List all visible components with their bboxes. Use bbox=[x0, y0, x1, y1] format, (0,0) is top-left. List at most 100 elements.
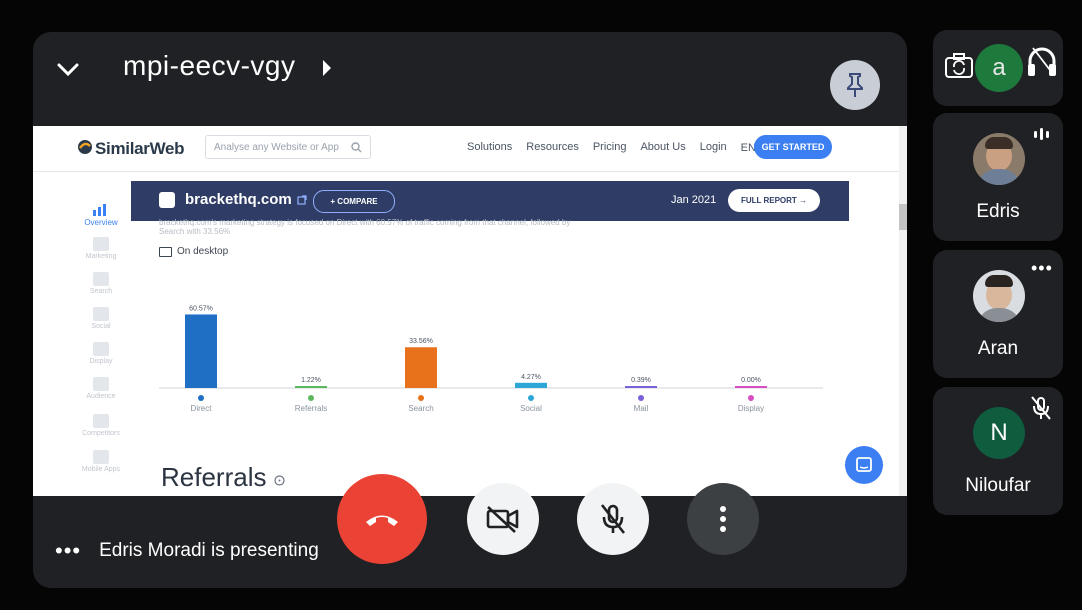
bar-mail[interactable] bbox=[625, 386, 657, 388]
chevron-down-icon[interactable] bbox=[53, 54, 83, 84]
sidebar-label-marketing: Marketing bbox=[85, 253, 117, 260]
display-icon bbox=[93, 342, 109, 356]
nav-links: Solutions Resources Pricing About Us Log… bbox=[467, 141, 765, 154]
sidebar-item-competitors[interactable]: Competitors bbox=[81, 414, 121, 437]
page-scrollbar-thumb[interactable] bbox=[899, 204, 907, 230]
bar-value-label: 0.39% bbox=[631, 377, 651, 384]
similarweb-logo-text[interactable]: SimilarWeb bbox=[95, 139, 185, 159]
category-label[interactable]: Social bbox=[520, 404, 542, 413]
sidebar-item-display[interactable]: Display bbox=[81, 342, 121, 365]
category-icon bbox=[638, 395, 644, 401]
bar-value-label: 0.00% bbox=[741, 377, 761, 384]
participant-name-edris: Edris bbox=[976, 201, 1020, 222]
referrals-section-title: Referrals bbox=[161, 462, 285, 493]
category-label[interactable]: Direct bbox=[191, 404, 213, 413]
site-search-input[interactable]: Analyse any Website or App bbox=[205, 135, 371, 159]
category-label[interactable]: Display bbox=[738, 404, 764, 413]
summary-text: brackethq.com's marketing strategy is fo… bbox=[159, 218, 571, 236]
similarweb-navbar: SimilarWeb Analyse any Website or App So… bbox=[33, 126, 907, 172]
sidebar-label-display: Display bbox=[89, 358, 113, 365]
category-label[interactable]: Referrals bbox=[295, 404, 327, 413]
self-view-tile[interactable]: a bbox=[933, 30, 1063, 106]
category-icon bbox=[308, 395, 314, 401]
participant-tile-edris[interactable]: Edris bbox=[933, 113, 1063, 241]
competitors-icon bbox=[93, 414, 109, 428]
meeting-details-arrow-icon[interactable] bbox=[323, 60, 331, 76]
bar-display[interactable] bbox=[735, 386, 767, 388]
similarweb-sidebar: Overview Marketing Search Social Display… bbox=[33, 172, 131, 496]
nav-link-resources[interactable]: Resources bbox=[526, 141, 579, 154]
category-icon bbox=[418, 395, 424, 401]
category-icon bbox=[748, 395, 754, 401]
external-link-icon[interactable] bbox=[297, 195, 307, 205]
headphones-icon[interactable] bbox=[1025, 44, 1059, 80]
category-icon bbox=[528, 395, 534, 401]
sidebar-item-marketing[interactable]: Marketing bbox=[81, 237, 121, 260]
referrals-title-text: Referrals bbox=[161, 462, 267, 492]
edris-avatar bbox=[973, 133, 1025, 185]
bar-social[interactable] bbox=[515, 382, 547, 388]
sidebar-label-search: Search bbox=[89, 288, 113, 295]
bar-search[interactable] bbox=[405, 347, 437, 388]
date-range[interactable]: Jan 2021 bbox=[671, 194, 716, 206]
more-options-icon[interactable]: ••• bbox=[55, 540, 81, 562]
bar-value-label: 33.56% bbox=[409, 338, 433, 345]
chat-widget-button[interactable] bbox=[845, 446, 883, 484]
sidebar-label-competitors: Competitors bbox=[82, 430, 120, 437]
meeting-code[interactable]: mpi-eecv-vgy bbox=[123, 50, 295, 82]
nav-link-pricing[interactable]: Pricing bbox=[593, 141, 627, 154]
sidebar-label-overview: Overview bbox=[84, 218, 118, 227]
traffic-sources-chart: 60.57% Direct 1.22% Referrals 33.56% Search 4.… bbox=[159, 305, 823, 413]
pin-button[interactable] bbox=[830, 60, 880, 110]
mic-muted-icon bbox=[1031, 396, 1051, 420]
site-search-placeholder: Analyse any Website or App bbox=[214, 142, 339, 153]
bar-referrals[interactable] bbox=[295, 386, 327, 388]
participant-tile-aran[interactable]: ••• Aran bbox=[933, 250, 1063, 378]
sidebar-item-audience[interactable]: Audience bbox=[81, 377, 121, 400]
niloufar-avatar: N bbox=[973, 407, 1025, 459]
shared-screen: SimilarWeb Analyse any Website or App So… bbox=[33, 126, 907, 496]
more-options-button[interactable] bbox=[687, 483, 759, 555]
category-icon bbox=[198, 395, 204, 401]
sidebar-item-overview[interactable]: Overview bbox=[81, 202, 121, 227]
switch-camera-icon[interactable] bbox=[943, 50, 975, 82]
get-started-button[interactable]: GET STARTED bbox=[754, 135, 832, 159]
bar-direct[interactable] bbox=[185, 314, 217, 388]
full-report-button[interactable]: FULL REPORT → bbox=[728, 189, 820, 212]
nav-link-solutions[interactable]: Solutions bbox=[467, 141, 512, 154]
pin-icon bbox=[847, 73, 863, 97]
sidebar-item-social[interactable]: Social bbox=[81, 307, 121, 330]
category-label[interactable]: Search bbox=[408, 404, 433, 413]
chat-icon bbox=[856, 457, 872, 472]
bar-value-label: 60.57% bbox=[189, 305, 213, 312]
audience-icon bbox=[93, 377, 109, 391]
bar-value-label: 1.22% bbox=[301, 377, 321, 384]
self-avatar: a bbox=[975, 44, 1023, 92]
bar-value-label: 4.27% bbox=[521, 374, 541, 381]
nav-link-about[interactable]: About Us bbox=[640, 141, 685, 154]
mobile-apps-icon bbox=[93, 450, 109, 464]
participant-options-icon[interactable]: ••• bbox=[1031, 258, 1053, 279]
site-domain[interactable]: brackethq.com bbox=[185, 191, 292, 208]
end-call-button[interactable] bbox=[337, 474, 427, 564]
sidebar-item-search[interactable]: Search bbox=[81, 272, 121, 295]
phone-hangup-icon bbox=[366, 515, 398, 526]
sidebar-label-mobile-apps: Mobile Apps bbox=[81, 466, 121, 473]
site-favicon-icon bbox=[159, 192, 175, 208]
sidebar-item-mobile-apps[interactable]: Mobile Apps bbox=[81, 450, 121, 473]
participant-name-niloufar: Niloufar bbox=[965, 475, 1031, 496]
nav-link-login[interactable]: Login bbox=[700, 141, 727, 154]
page-scrollbar[interactable] bbox=[899, 126, 907, 496]
site-header-banner: brackethq.com + COMPARE Jan 2021 FULL RE… bbox=[131, 181, 849, 221]
info-icon[interactable] bbox=[274, 475, 285, 486]
category-label[interactable]: Mail bbox=[634, 404, 649, 413]
sidebar-label-audience: Audience bbox=[86, 393, 116, 400]
presenting-text: Edris Moradi is presenting bbox=[99, 540, 319, 561]
microphone-toggle-button[interactable] bbox=[577, 483, 649, 555]
similarweb-logo-icon bbox=[78, 140, 92, 154]
participant-tile-niloufar[interactable]: N Niloufar bbox=[933, 387, 1063, 515]
camera-toggle-button[interactable] bbox=[467, 483, 539, 555]
sidebar-label-social: Social bbox=[91, 323, 111, 330]
search-icon bbox=[93, 272, 109, 286]
compare-button[interactable]: + COMPARE bbox=[313, 190, 395, 213]
